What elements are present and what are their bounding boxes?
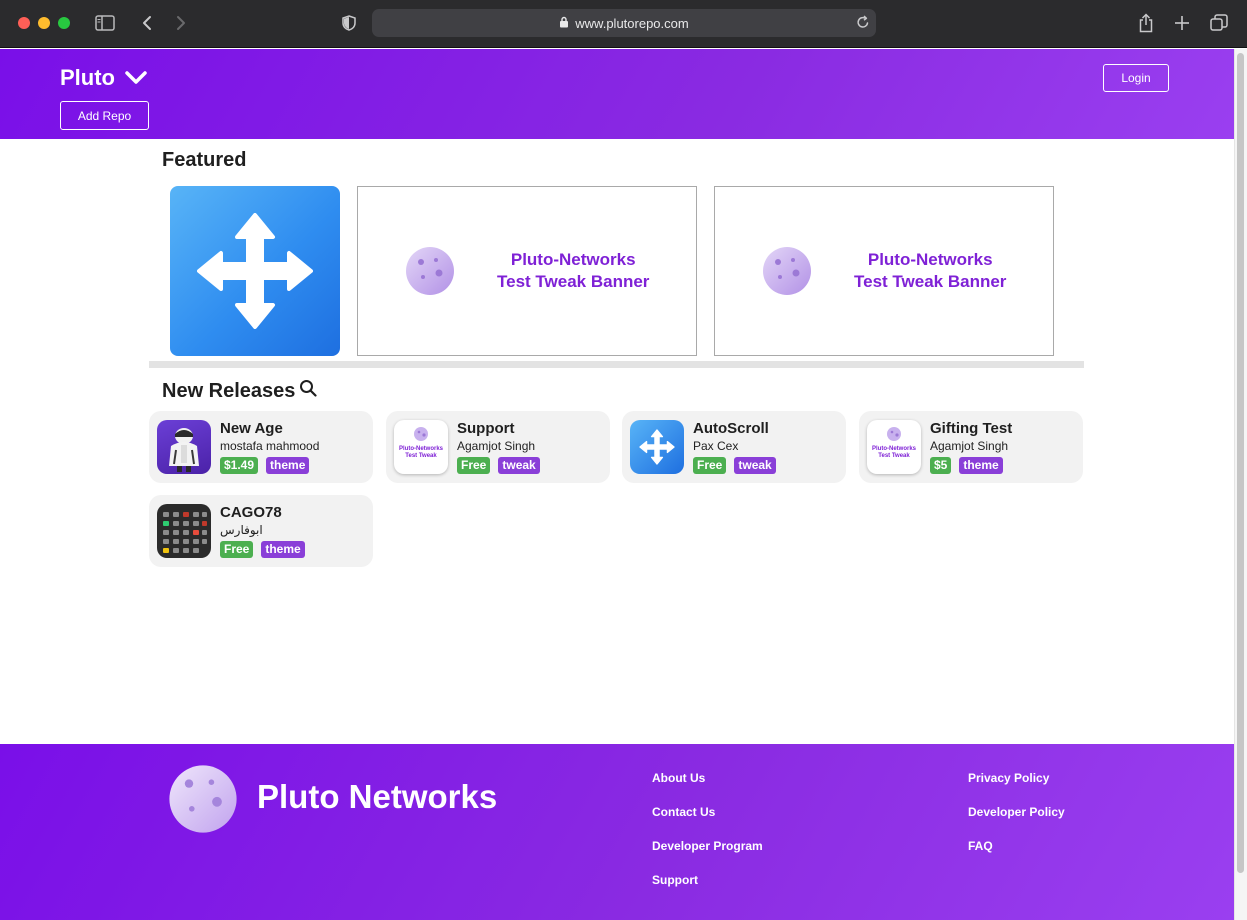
release-name: AutoScroll: [693, 420, 769, 437]
footer-link-faq[interactable]: FAQ: [968, 839, 993, 853]
banner-line-1: Pluto-Networks: [867, 250, 993, 269]
featured-card-autoscroll[interactable]: [170, 186, 340, 356]
type-badge: theme: [959, 457, 1003, 474]
brand-title: Pluto: [60, 65, 115, 90]
move-arrows-icon: [630, 420, 684, 474]
page-scrollbar[interactable]: [1234, 49, 1247, 920]
brand-menu[interactable]: Pluto: [60, 65, 147, 91]
url-text: www.plutorepo.com: [575, 15, 689, 31]
release-card-gifting-test[interactable]: Pluto-Networks Test Tweak Gifting Test A…: [859, 411, 1083, 483]
banner-line-1: Pluto-Networks: [510, 250, 636, 269]
price-badge: $5: [930, 457, 952, 474]
move-arrows-icon: [197, 213, 313, 329]
featured-banner[interactable]: Pluto-Networks Test Tweak Banner: [357, 186, 697, 356]
close-window-button[interactable]: [18, 17, 30, 29]
price-badge: Free: [457, 457, 491, 474]
zoom-window-button[interactable]: [58, 17, 70, 29]
type-badge: theme: [261, 541, 305, 558]
release-card-autoscroll[interactable]: AutoScroll Pax Cex Free tweak: [622, 411, 846, 483]
pluto-moon-icon: [169, 765, 237, 833]
forward-icon[interactable]: [170, 12, 192, 34]
featured-scrollbar[interactable]: [149, 361, 1084, 368]
minimize-window-button[interactable]: [38, 17, 50, 29]
footer-link-developer-program[interactable]: Developer Program: [652, 839, 763, 853]
new-releases-header: New Releases: [162, 379, 318, 403]
release-author: Agamjot Singh: [930, 439, 1009, 453]
release-author: mostafa mahmood: [220, 439, 320, 453]
type-badge: theme: [266, 457, 310, 474]
icon-line-2: Test Tweak: [878, 453, 910, 459]
release-card-support[interactable]: Pluto-Networks Test Tweak Support Agamjo…: [386, 411, 610, 483]
privacy-shield-icon[interactable]: [338, 12, 360, 34]
release-name: CAGO78: [220, 504, 282, 521]
release-author: Agamjot Singh: [457, 439, 536, 453]
scrollbar-thumb[interactable]: [1237, 53, 1244, 873]
page-viewport: Pluto Add Repo Login Featured Pluto-Netw…: [0, 49, 1247, 920]
sidebar-toggle-icon[interactable]: [94, 12, 116, 34]
banner-line-2: Test Tweak Banner: [497, 272, 650, 291]
type-badge: tweak: [734, 457, 776, 474]
address-bar[interactable]: www.plutorepo.com: [372, 9, 876, 37]
hoodie-figure-icon: [157, 420, 211, 474]
footer-link-developer-policy[interactable]: Developer Policy: [968, 805, 1065, 819]
site-footer: Pluto Networks About Us Contact Us Devel…: [0, 744, 1234, 920]
site-header: Pluto Add Repo Login: [0, 49, 1234, 139]
pluto-moon-icon: [763, 247, 811, 295]
footer-link-privacy-policy[interactable]: Privacy Policy: [968, 771, 1049, 785]
icon-grid-icon: [157, 504, 211, 558]
new-releases-title: New Releases: [162, 379, 296, 402]
chevron-down-icon: [125, 65, 147, 91]
share-icon[interactable]: [1135, 12, 1157, 34]
add-repo-button[interactable]: Add Repo: [60, 101, 149, 130]
release-card-new-age[interactable]: New Age mostafa mahmood $1.49 theme: [149, 411, 373, 483]
tab-overview-icon[interactable]: [1208, 12, 1230, 34]
banner-text: Pluto-Networks Test Tweak Banner: [854, 249, 1006, 293]
price-badge: $1.49: [220, 457, 259, 474]
back-icon[interactable]: [136, 12, 158, 34]
release-author: Pax Cex: [693, 439, 739, 453]
icon-line-1: Pluto-Networks: [398, 446, 443, 452]
featured-title: Featured: [162, 149, 247, 171]
release-name: New Age: [220, 420, 283, 437]
browser-toolbar: www.plutorepo.com: [0, 0, 1247, 48]
banner-text: Pluto-Networks Test Tweak Banner: [497, 249, 649, 293]
pluto-banner-icon: Pluto-Networks Test Tweak: [394, 420, 448, 474]
footer-link-support[interactable]: Support: [652, 873, 698, 887]
banner-line-2: Test Tweak Banner: [854, 272, 1007, 291]
featured-banner[interactable]: Pluto-Networks Test Tweak Banner: [714, 186, 1054, 356]
price-badge: Free: [220, 541, 254, 558]
new-tab-icon[interactable]: [1171, 12, 1193, 34]
release-name: Support: [457, 420, 515, 437]
lock-icon: [559, 16, 569, 31]
login-button[interactable]: Login: [1103, 64, 1169, 92]
price-badge: Free: [693, 457, 727, 474]
icon-line-2: Test Tweak: [405, 453, 437, 459]
icon-line-1: Pluto-Networks: [871, 446, 916, 452]
footer-link-about[interactable]: About Us: [652, 771, 705, 785]
pluto-moon-icon: [406, 247, 454, 295]
release-name: Gifting Test: [930, 420, 1013, 437]
release-author: ابوفارس: [220, 523, 263, 537]
type-badge: tweak: [498, 457, 540, 474]
release-card-cago78[interactable]: CAGO78 ابوفارس Free theme: [149, 495, 373, 567]
reload-icon[interactable]: [856, 14, 870, 33]
pluto-banner-icon: Pluto-Networks Test Tweak: [867, 420, 921, 474]
footer-brand: Pluto Networks: [257, 778, 498, 815]
footer-link-contact[interactable]: Contact Us: [652, 805, 715, 819]
search-icon[interactable]: [299, 379, 318, 403]
